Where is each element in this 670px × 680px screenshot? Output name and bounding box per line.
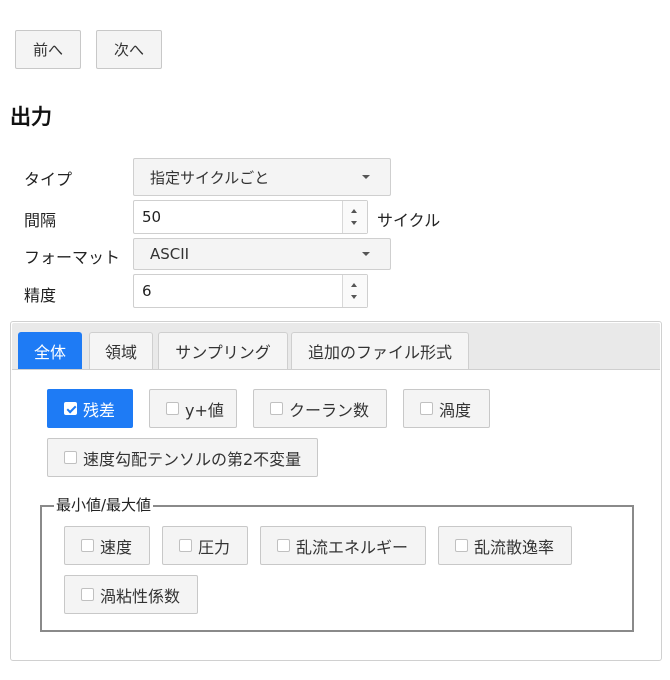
interval-unit: サイクル	[377, 211, 441, 230]
output-tab-panel: 全体 領域 サンプリング 追加のファイル形式 残差 y+値 クーラン数 渦度 速…	[10, 321, 662, 661]
checkbox-icon	[270, 402, 283, 415]
tab-region[interactable]: 領域	[89, 332, 153, 369]
tab-additional-file-formats[interactable]: 追加のファイル形式	[291, 332, 469, 369]
format-select[interactable]: ASCII	[133, 238, 391, 270]
format-label: フォーマット	[24, 248, 121, 267]
checkbox-label: 渦粘性係数	[100, 586, 181, 606]
type-select-value: 指定サイクルごと	[150, 168, 270, 187]
tab-bar: 全体 領域 サンプリング 追加のファイル形式	[12, 323, 660, 370]
checkbox-icon	[166, 402, 179, 415]
type-label: タイプ	[24, 170, 73, 189]
checkbox-icon	[455, 539, 468, 552]
checkbox-residual[interactable]: 残差	[47, 389, 133, 428]
minmax-group: 最小値/最大値 速度 圧力 乱流エネルギー 乱流散逸率 渦粘性係数	[40, 495, 634, 632]
checkbox-checked-icon	[64, 402, 77, 415]
tab-all[interactable]: 全体	[18, 332, 82, 369]
precision-stepper[interactable]	[342, 275, 367, 307]
precision-spinner[interactable]: 6	[133, 274, 368, 308]
section-title: 出力	[10, 105, 52, 129]
checkbox-pressure[interactable]: 圧力	[162, 526, 248, 565]
precision-label: 精度	[24, 286, 57, 305]
checkbox-label: 速度勾配テンソルの第2不変量	[83, 449, 302, 469]
minmax-legend: 最小値/最大値	[54, 495, 154, 515]
checkbox-turbulent-energy[interactable]: 乱流エネルギー	[260, 526, 426, 565]
checkbox-label: 速度	[100, 537, 133, 557]
checkbox-label: 渦度	[439, 400, 472, 420]
spin-up-icon[interactable]	[351, 283, 357, 287]
interval-spinner[interactable]: 50	[133, 200, 368, 234]
checkbox-label: 残差	[83, 400, 116, 420]
spin-up-icon[interactable]	[351, 209, 357, 213]
interval-label: 間隔	[24, 211, 57, 230]
checkbox-icon	[81, 539, 94, 552]
tab-sampling[interactable]: サンプリング	[158, 332, 288, 369]
interval-value[interactable]: 50	[142, 201, 161, 233]
checkbox-courant-number[interactable]: クーラン数	[253, 389, 387, 428]
checkbox-q-criterion[interactable]: 速度勾配テンソルの第2不変量	[47, 438, 318, 477]
checkbox-icon	[179, 539, 192, 552]
checkbox-vorticity[interactable]: 渦度	[403, 389, 490, 428]
caret-down-icon	[362, 252, 370, 256]
format-select-value: ASCII	[150, 245, 190, 263]
checkbox-label: 乱流散逸率	[474, 537, 555, 557]
checkbox-icon	[64, 451, 77, 464]
checkbox-velocity[interactable]: 速度	[64, 526, 150, 565]
prev-button[interactable]: 前へ	[15, 30, 81, 69]
checkbox-label: クーラン数	[289, 400, 370, 420]
caret-down-icon	[362, 175, 370, 179]
interval-stepper[interactable]	[342, 201, 367, 233]
checkbox-icon	[277, 539, 290, 552]
checkbox-label: 圧力	[198, 537, 231, 557]
type-select[interactable]: 指定サイクルごと	[133, 158, 391, 196]
precision-value[interactable]: 6	[142, 275, 152, 307]
checkbox-eddy-viscosity[interactable]: 渦粘性係数	[64, 575, 198, 614]
checkbox-icon	[420, 402, 433, 415]
checkbox-icon	[81, 588, 94, 601]
spin-down-icon[interactable]	[351, 295, 357, 299]
checkbox-y-plus[interactable]: y+値	[149, 389, 237, 428]
checkbox-label: 乱流エネルギー	[296, 537, 409, 557]
checkbox-turbulent-dissipation[interactable]: 乱流散逸率	[438, 526, 572, 565]
next-button[interactable]: 次へ	[96, 30, 162, 69]
spin-down-icon[interactable]	[351, 221, 357, 225]
checkbox-label: y+値	[185, 400, 224, 420]
